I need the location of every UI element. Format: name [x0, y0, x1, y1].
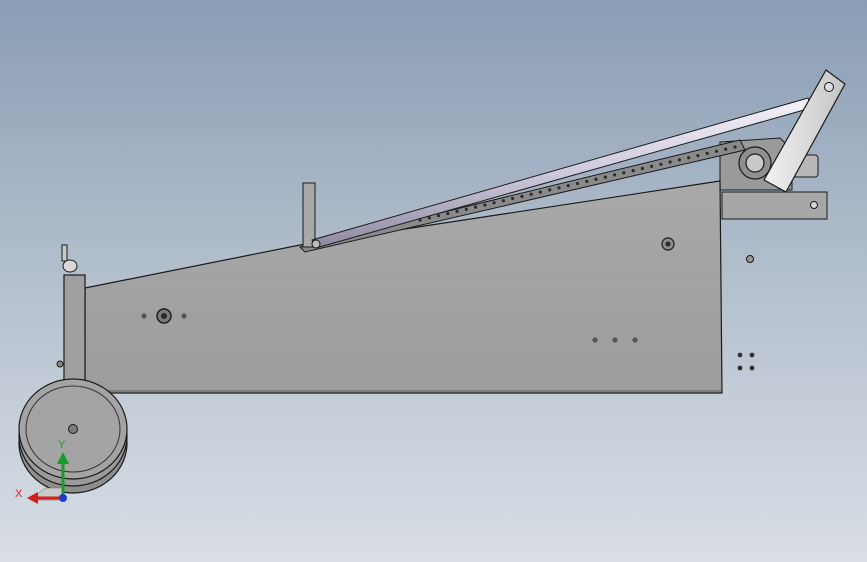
mounting-bracket[interactable]	[721, 191, 828, 220]
chain-link	[557, 186, 561, 190]
chain-link	[464, 207, 468, 211]
chain-link	[640, 166, 645, 171]
graphics-viewport[interactable]: X Y	[0, 0, 867, 562]
chain-link	[474, 205, 478, 209]
chain-link	[446, 212, 450, 216]
chain-link	[538, 190, 543, 194]
chain-link	[575, 181, 580, 186]
chain-link	[594, 177, 598, 181]
wheel-assembly[interactable]	[18, 378, 128, 494]
chain-link	[455, 209, 459, 213]
main-body[interactable]	[84, 180, 723, 394]
chain-link	[501, 199, 505, 203]
triad-y-label: Y	[58, 439, 66, 451]
adjust-knob	[62, 259, 78, 273]
chain-link	[492, 201, 496, 205]
chain-link	[548, 188, 552, 192]
lever-hole	[824, 82, 834, 92]
chain-link	[687, 156, 691, 160]
bracket-bolt-hole	[810, 201, 818, 209]
chain-link	[529, 192, 533, 196]
chain-link	[520, 194, 524, 198]
front-post[interactable]	[56, 244, 86, 394]
chain-link	[668, 160, 672, 164]
guide-plate[interactable]	[302, 182, 316, 248]
triad-x-label: X	[15, 488, 23, 500]
triad-z-axis	[59, 494, 67, 502]
chain-link	[585, 179, 589, 183]
cad-model-view[interactable]: X Y	[0, 0, 867, 562]
loose-bolts	[737, 255, 755, 371]
chain-link	[510, 196, 515, 201]
chain-link	[613, 173, 617, 177]
chain-link	[733, 145, 737, 149]
chain-link	[483, 203, 487, 207]
chain-link	[603, 175, 607, 179]
chain-link	[677, 158, 682, 162]
chain-link	[705, 151, 709, 155]
chain-link	[659, 162, 663, 166]
chain-link	[724, 147, 728, 151]
adjust-screw	[61, 244, 68, 262]
chain-link	[696, 154, 700, 158]
wheel-hub	[68, 424, 78, 434]
chain-link	[631, 169, 635, 173]
chain-link	[622, 171, 626, 175]
chain-link	[566, 184, 570, 188]
pivot-bearing-inner	[745, 153, 765, 173]
chain-link	[714, 149, 719, 153]
chain-link	[650, 164, 654, 168]
chain-link	[436, 214, 441, 218]
